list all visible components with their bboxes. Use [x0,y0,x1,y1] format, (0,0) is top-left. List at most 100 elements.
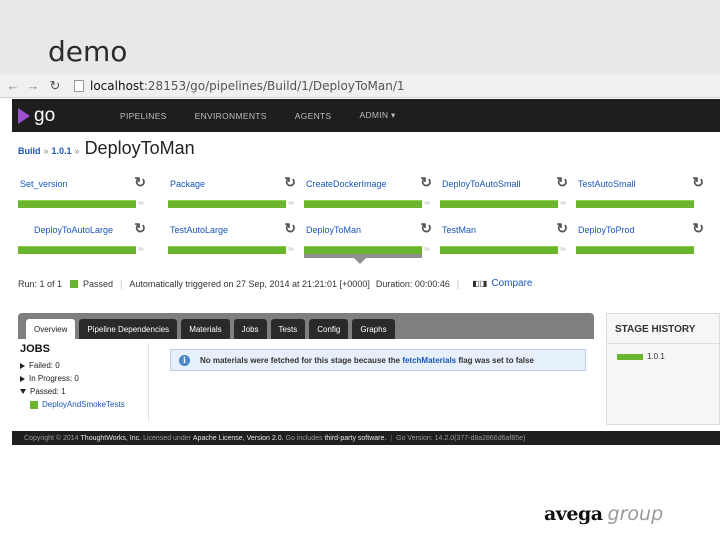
nav-agents[interactable]: AGENTS [295,111,332,121]
nav-pipelines[interactable]: PIPELINES [120,111,167,121]
arrow-icon: ››› [288,244,294,253]
divider: | [120,278,123,289]
info-icon: i [179,354,190,366]
rerun-icon[interactable]: ↻ [284,220,296,237]
url-field[interactable]: localhost:28153/go/pipelines/Build/1/Dep… [90,79,405,93]
stage-status-bar [168,246,286,254]
divider: | [456,278,460,289]
run-status: Passed [83,278,114,289]
stage-item[interactable]: DeployToProd ↻ [576,218,706,258]
reload-icon[interactable]: ↻ [48,78,62,94]
fetch-materials-link[interactable]: fetchMaterials [402,356,456,365]
stage-status-bar [304,246,422,254]
job-item[interactable]: DeployAndSmokeTests [20,398,152,411]
collapse-icon [20,389,26,394]
page-icon [74,79,84,92]
go-logo[interactable]: go [18,105,88,127]
stage-name[interactable]: TestMan [442,225,476,235]
stage-name[interactable]: DeployToAutoLarge [34,225,113,235]
stage-status-bar [18,200,136,208]
license-link[interactable]: Apache License, Version 2.0. [193,435,284,442]
compare-icon[interactable]: ◧◨ [472,279,487,288]
stage-item[interactable]: Package ↻ ››› [168,172,298,212]
expand-icon [20,375,25,382]
stage-status-bar [440,200,558,208]
tab-tests[interactable]: Tests [270,319,306,339]
arrow-icon: ››› [424,198,430,207]
breadcrumb: Build » 1.0.1 » DeployToMan [18,138,195,158]
rerun-icon[interactable]: ↻ [420,220,432,237]
go-header: go PIPELINES ENVIRONMENTS AGENTS ADMIN ▾ [12,99,720,132]
stage-item[interactable]: DeployToAutoSmall ↻ ››› [440,172,570,212]
stage-details-panel: Overview Pipeline Dependencies Materials… [18,313,594,425]
passed-status-icon [30,400,38,409]
current-stage-caret [354,258,366,264]
stage-status-bar [576,200,694,208]
history-label[interactable]: 1.0.1 [647,352,665,361]
stage-item[interactable]: TestMan ↻ ››› [440,218,570,258]
rerun-icon[interactable]: ↻ [692,220,704,237]
tab-strip: Overview Pipeline Dependencies Materials… [18,313,594,339]
slide-title: demo [48,35,128,68]
rerun-icon[interactable]: ↻ [134,220,146,237]
tab-body: JOBS Failed: 0 In Progress: 0 Passed: 1 … [18,339,594,425]
stage-name[interactable]: Package [170,179,205,189]
arrow-icon: ››› [138,244,144,253]
stage-name[interactable]: DeployToMan [306,225,361,235]
stage-item[interactable]: TestAutoLarge ↻ ››› [168,218,298,258]
stage-status-bar [18,246,136,254]
jobs-in-progress[interactable]: In Progress: 0 [20,372,152,385]
rerun-icon[interactable]: ↻ [556,220,568,237]
avega-group-logo: avega group [544,503,664,525]
arrow-icon: ››› [288,198,294,207]
go-logo-icon [18,107,30,124]
stage-name[interactable]: DeployToProd [578,225,635,235]
history-status-bar [617,353,643,360]
jobs-heading: JOBS [20,343,50,355]
stage-name[interactable]: DeployToAutoSmall [442,179,521,189]
nav-admin[interactable]: ADMIN ▾ [359,110,395,121]
stage-item[interactable]: CreateDockerImage ↻ ››› [304,172,434,212]
nav-environments[interactable]: ENVIRONMENTS [195,111,267,121]
stage-item[interactable]: TestAutoSmall ↻ [576,172,706,212]
stage-item[interactable]: DeployToAutoLarge ↻ ››› [18,218,148,258]
browser-address-bar: ← → ↻ localhost:28153/go/pipelines/Build… [0,74,720,98]
tab-config[interactable]: Config [309,319,349,339]
stage-name[interactable]: TestAutoLarge [170,225,228,235]
page-title: DeployToMan [84,138,195,158]
stage-history: STAGE HISTORY 1.0.1 [606,313,720,425]
breadcrumb-label[interactable]: 1.0.1 [52,146,72,156]
stage-item[interactable]: Set_version ↻ ››› [18,172,148,212]
stage-history-heading: STAGE HISTORY [607,314,719,344]
tab-graphs[interactable]: Graphs [352,319,395,339]
stage-status-bar [304,200,422,208]
stage-name[interactable]: TestAutoSmall [578,179,636,189]
go-version: Go Version: 14.2.0(377-d8a2866d6af85e) [396,434,526,442]
rerun-icon[interactable]: ↻ [420,174,432,191]
tab-jobs[interactable]: Jobs [233,319,267,339]
rerun-icon[interactable]: ↻ [134,174,146,191]
stage-item-current[interactable]: DeployToMan ↻ ››› [304,218,434,264]
tab-pipeline-dependencies[interactable]: Pipeline Dependencies [79,319,178,339]
rerun-icon[interactable]: ↻ [692,174,704,191]
stage-status-bar [576,246,694,254]
jobs-passed[interactable]: Passed: 1 [20,385,152,398]
arrow-icon: ››› [424,244,430,253]
rerun-icon[interactable]: ↻ [556,174,568,191]
stage-name[interactable]: Set_version [20,179,68,189]
breadcrumb-pipeline[interactable]: Build [18,146,41,156]
run-counter: Run: 1 of 1 [18,278,63,289]
run-info: Run: 1 of 1 Passed | Automatically trigg… [18,278,533,289]
history-entry[interactable]: 1.0.1 [617,352,719,361]
third-party-link[interactable]: third-party software. [324,435,386,442]
tab-materials[interactable]: Materials [181,319,230,339]
rerun-icon[interactable]: ↻ [284,174,296,191]
back-arrow-icon[interactable]: ← [6,78,20,93]
stage-name[interactable]: CreateDockerImage [306,179,387,189]
tab-overview[interactable]: Overview [26,319,76,339]
passed-status-icon [70,279,79,288]
compare-link[interactable]: Compare [491,278,532,289]
stage-status-bar [440,246,558,254]
forward-arrow-icon[interactable]: → [26,78,40,93]
jobs-failed[interactable]: Failed: 0 [20,359,152,372]
